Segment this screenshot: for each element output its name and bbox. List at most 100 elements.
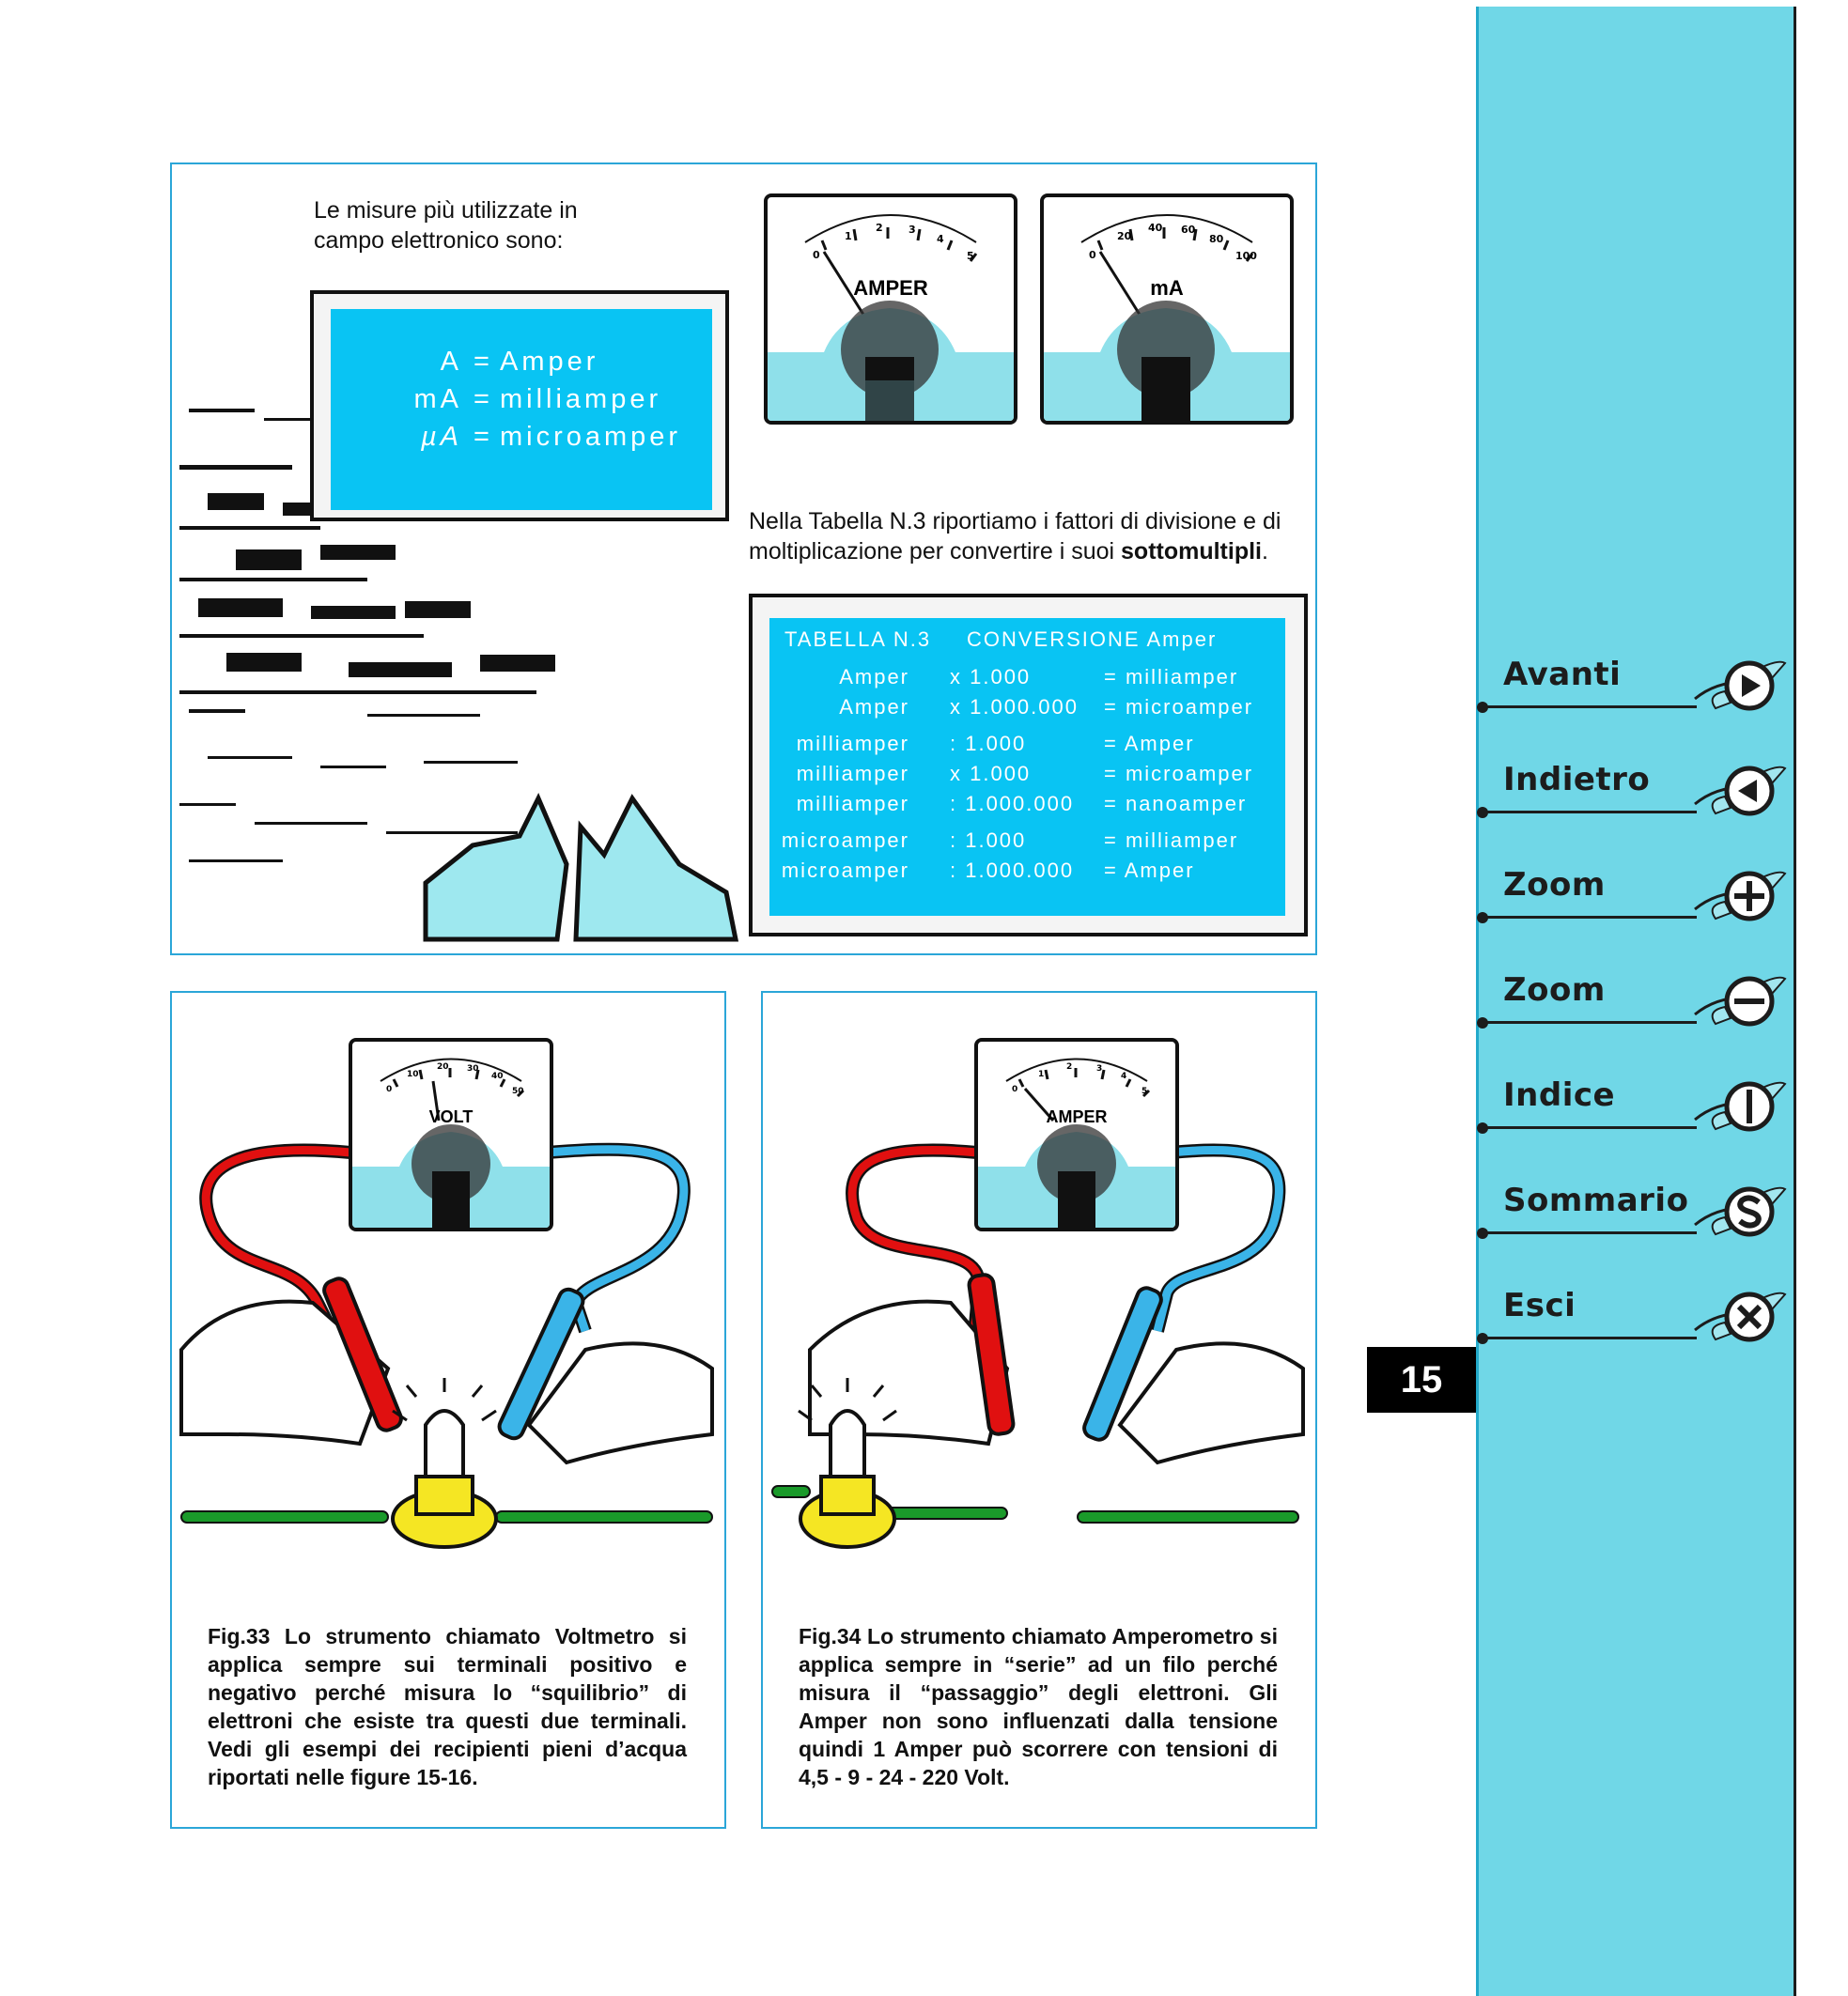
table-cell-to: = microamper xyxy=(1104,695,1254,719)
amperometer: 0 1 2 3 4 5 AMPER xyxy=(974,1038,1179,1231)
table-cell-from: milliamper xyxy=(796,792,909,815)
table-note-line-2: moltiplicazione per convertire i suoi so… xyxy=(749,536,1312,566)
table-cell-op: x 1.000 xyxy=(950,762,1032,785)
nav-label: Indietro xyxy=(1503,761,1651,798)
voltmeter-dial xyxy=(352,1058,550,1228)
table-cell-to: = milliamper xyxy=(1104,828,1239,852)
units-board-frame: A = Amper mA = milliamper µA = microampe… xyxy=(310,290,729,521)
meter-unit-label: AMPER xyxy=(1046,1107,1108,1126)
nav-bullet xyxy=(1477,1017,1488,1029)
nav-bullet xyxy=(1477,1228,1488,1239)
table-cell-op: : 1.000 xyxy=(950,732,1027,755)
meter-unit-label: AMPER xyxy=(853,276,928,300)
meter-tick-label: 5 xyxy=(1141,1087,1148,1096)
nav-bullet xyxy=(1477,807,1488,818)
table-cell-to: = nanoamper xyxy=(1104,792,1248,815)
meter-tick-label: 40 xyxy=(1148,222,1163,234)
table-row: microamper : 1.000 = milliamper xyxy=(769,828,1285,857)
meter-tick-label: 4 xyxy=(1121,1072,1127,1081)
amper-meter: 0 1 2 3 4 5 AMPER xyxy=(764,193,1017,425)
unit-symbol: mA xyxy=(413,384,462,414)
unit-name: Amper xyxy=(500,347,599,377)
nav-indice-button[interactable]: Indice xyxy=(1477,1075,1791,1140)
nav-underline xyxy=(1481,1126,1697,1129)
zoom-out-minus-icon[interactable] xyxy=(1687,969,1789,1031)
meter-tick-label: 100 xyxy=(1235,250,1257,262)
meter-unit-label: VOLT xyxy=(428,1107,474,1126)
table-cell-op: : 1.000 xyxy=(950,828,1027,852)
meter-tick-label: 3 xyxy=(1096,1064,1103,1074)
amper-meter-dial xyxy=(768,214,1014,421)
fig34-caption: Fig.34 Lo strumento chiamato Amperometro… xyxy=(799,1624,1278,1789)
nav-bullet xyxy=(1477,702,1488,713)
index-bar-icon[interactable] xyxy=(1687,1075,1789,1137)
nav-underline xyxy=(1481,916,1697,919)
table-cell-op: x 1.000.000 xyxy=(950,695,1079,719)
intro-text: Le misure più utilizzate in campo elettr… xyxy=(314,195,578,255)
intro-line-2: campo elettronico sono: xyxy=(314,227,564,254)
unit-symbol: A xyxy=(440,347,462,377)
table-cell-to: = Amper xyxy=(1104,732,1195,755)
meter-tick-label: 50 xyxy=(512,1087,524,1096)
nav-underline xyxy=(1481,1231,1697,1234)
milliamper-meter-dial xyxy=(1044,214,1290,421)
table-cell-from: milliamper xyxy=(796,762,909,785)
meter-tick-label: 1 xyxy=(1038,1070,1045,1079)
table-cell-from: milliamper xyxy=(796,732,909,755)
play-left-icon[interactable] xyxy=(1687,759,1789,821)
table-row: microamper : 1.000.000 = Amper xyxy=(769,859,1285,887)
meter-tick-label: 80 xyxy=(1209,233,1224,245)
table-note-period: . xyxy=(1262,538,1268,565)
exit-x-icon[interactable] xyxy=(1687,1285,1789,1347)
nav-zoom-out-button[interactable]: Zoom xyxy=(1477,969,1791,1035)
table-row: milliamper : 1.000 = Amper xyxy=(769,732,1285,760)
meter-tick-label: 3 xyxy=(908,224,916,236)
meter-tick-label: 0 xyxy=(813,249,820,261)
unit-symbol: µA xyxy=(420,422,462,452)
nav-avanti-button[interactable]: Avanti xyxy=(1477,654,1791,719)
table-cell-from: microamper xyxy=(781,859,909,882)
nav-sommario-button[interactable]: Sommario xyxy=(1477,1180,1791,1246)
table-cell-op: : 1.000.000 xyxy=(950,792,1075,815)
nav-esci-button[interactable]: Esci xyxy=(1477,1285,1791,1351)
summary-s-icon[interactable] xyxy=(1687,1180,1789,1242)
table-note-text: moltiplicazione per convertire i suoi xyxy=(749,538,1122,565)
meter-tick-label: 20 xyxy=(437,1062,449,1072)
voltmeter: 0 10 20 30 40 50 VOLT xyxy=(349,1038,553,1231)
units-board: A = Amper mA = milliamper µA = microampe… xyxy=(331,309,712,510)
nav-label: Esci xyxy=(1503,1287,1576,1324)
meter-tick-label: 30 xyxy=(467,1064,479,1074)
unit-equals: = xyxy=(474,384,493,414)
table-note-line-1: Nella Tabella N.3 riportiamo i fattori d… xyxy=(749,508,1281,534)
unit-equals: = xyxy=(474,347,493,377)
unit-name: milliamper xyxy=(500,384,662,414)
nav-zoom-in-button[interactable]: Zoom xyxy=(1477,864,1791,930)
nav-bullet xyxy=(1477,1333,1488,1344)
table-cell-op: : 1.000.000 xyxy=(950,859,1075,882)
table-cell-to: = Amper xyxy=(1104,859,1195,882)
table-header: TABELLA N.3 CONVERSIONE Amper xyxy=(769,627,1285,656)
meter-tick-label: 1 xyxy=(845,230,852,242)
meter-tick-label: 0 xyxy=(1012,1085,1018,1094)
table-title: TABELLA N.3 xyxy=(784,627,932,651)
table-row: milliamper x 1.000 = microamper xyxy=(769,762,1285,790)
ice-blocks-illustration xyxy=(423,793,739,942)
meter-tick-label: 20 xyxy=(1117,230,1132,242)
play-right-icon[interactable] xyxy=(1687,654,1789,716)
meter-tick-label: 40 xyxy=(491,1072,504,1081)
table-board-frame: TABELLA N.3 CONVERSIONE Amper Amper x 1.… xyxy=(749,594,1308,936)
meter-tick-label: 2 xyxy=(876,222,883,234)
unit-equals: = xyxy=(474,422,493,452)
intro-line-1: Le misure più utilizzate in xyxy=(314,197,578,224)
meter-tick-label: 2 xyxy=(1066,1062,1073,1072)
meter-tick-label: 0 xyxy=(386,1085,393,1094)
table-row: Amper x 1.000 = milliamper xyxy=(769,665,1285,693)
zoom-in-plus-icon[interactable] xyxy=(1687,864,1789,926)
conversion-table-board: TABELLA N.3 CONVERSIONE Amper Amper x 1.… xyxy=(769,618,1285,916)
table-subtitle: CONVERSIONE Amper xyxy=(967,627,1218,651)
nav-label: Sommario xyxy=(1503,1182,1689,1219)
table-row: Amper x 1.000.000 = microamper xyxy=(769,695,1285,723)
nav-indietro-button[interactable]: Indietro xyxy=(1477,759,1791,825)
table-cell-op: x 1.000 xyxy=(950,665,1032,689)
nav-underline xyxy=(1481,1337,1697,1339)
